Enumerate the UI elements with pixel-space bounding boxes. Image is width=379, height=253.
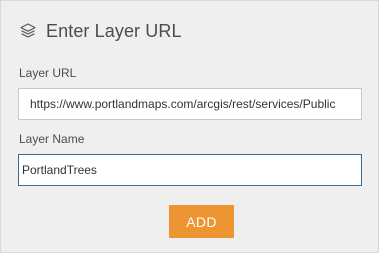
enter-layer-url-panel: Enter Layer URL Layer URL Layer Name ADD [0, 0, 379, 253]
layers-icon [19, 22, 37, 40]
layer-url-label: Layer URL [19, 66, 77, 80]
layer-name-label: Layer Name [19, 132, 85, 146]
layer-url-input[interactable] [18, 88, 362, 120]
layer-name-input[interactable] [18, 154, 362, 186]
panel-title: Enter Layer URL [46, 20, 182, 41]
add-button[interactable]: ADD [169, 205, 234, 238]
panel-header: Enter Layer URL [19, 19, 182, 43]
